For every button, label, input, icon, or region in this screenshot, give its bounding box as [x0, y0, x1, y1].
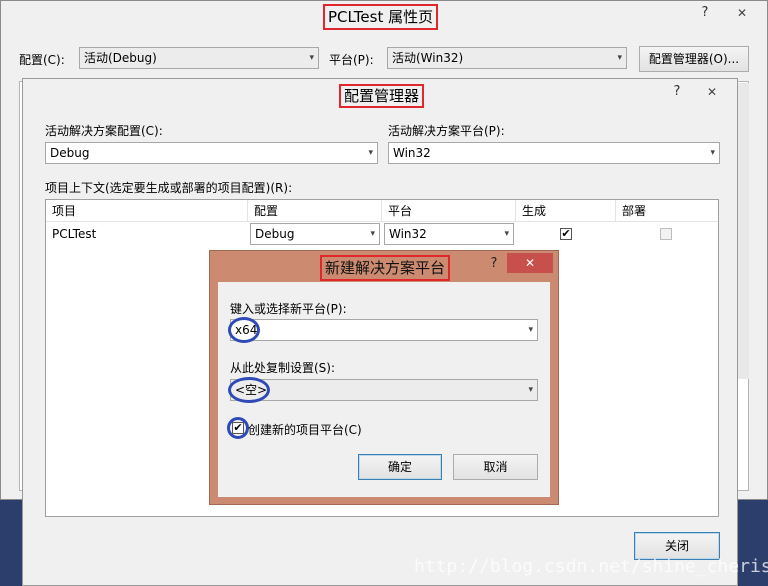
- close-icon[interactable]: ✕: [689, 82, 735, 102]
- project-contexts-label: 项目上下文(选定要生成或部署的项目配置)(R):: [45, 181, 293, 195]
- chevron-down-icon: ▾: [710, 148, 715, 158]
- active-config-select[interactable]: Debug ▾: [45, 142, 378, 164]
- chevron-down-icon: ▾: [528, 385, 533, 395]
- new-platform-dialog: 新建解决方案平台 ? ✕ 键入或选择新平台(P): x64 ▾ 从此处复制设置(…: [209, 250, 559, 505]
- row-platform-select[interactable]: Win32 ▾: [384, 223, 514, 245]
- config-select[interactable]: 活动(Debug) ▾: [79, 47, 319, 69]
- config-select-value: 活动(Debug): [84, 51, 157, 65]
- create-project-platforms-label: 创建新的项目平台(C): [248, 423, 362, 437]
- table-row: PCLTest Debug ▾ Win32 ▾ ✔: [46, 222, 718, 246]
- chevron-down-icon: ▾: [370, 229, 375, 239]
- config-manager-title: 配置管理器: [339, 84, 425, 108]
- active-platform-value: Win32: [393, 146, 431, 160]
- column-header-config[interactable]: 配置: [248, 200, 382, 222]
- help-button[interactable]: ?: [484, 254, 504, 274]
- ok-button[interactable]: 确定: [358, 454, 442, 480]
- column-header-platform[interactable]: 平台: [382, 200, 516, 222]
- chevron-down-icon: ▾: [504, 229, 509, 239]
- new-platform-label: 键入或选择新平台(P):: [230, 302, 347, 316]
- chevron-down-icon: ▾: [617, 53, 622, 63]
- annotation-circle: [228, 377, 270, 403]
- chevron-down-icon: ▾: [528, 325, 533, 335]
- new-platform-title: 新建解决方案平台: [320, 255, 451, 281]
- row-config-value: Debug: [255, 227, 295, 241]
- row-platform-value: Win32: [389, 227, 427, 241]
- column-header-build[interactable]: 生成: [516, 200, 616, 222]
- platform-select[interactable]: 活动(Win32) ▾: [387, 47, 627, 69]
- active-platform-label: 活动解决方案平台(P):: [388, 124, 505, 138]
- close-icon[interactable]: ✕: [719, 3, 765, 23]
- build-checkbox[interactable]: ✔: [560, 228, 572, 240]
- deploy-checkbox: [660, 228, 672, 240]
- active-config-label: 活动解决方案配置(C):: [45, 124, 163, 138]
- row-config-select[interactable]: Debug ▾: [250, 223, 380, 245]
- column-header-project[interactable]: 项目: [46, 200, 248, 222]
- platform-select-value: 活动(Win32): [392, 51, 464, 65]
- watermark: http://blog.csdn.net/shine_cherise: [414, 556, 768, 577]
- new-platform-combo[interactable]: x64 ▾: [230, 319, 538, 341]
- active-platform-select[interactable]: Win32 ▾: [388, 142, 720, 164]
- window-title: PCLTest 属性页: [323, 4, 439, 30]
- config-label: 配置(C):: [19, 53, 65, 67]
- project-name: PCLTest: [52, 227, 97, 241]
- chevron-down-icon: ▾: [368, 148, 373, 158]
- copy-settings-select[interactable]: <空> ▾: [230, 379, 538, 401]
- platform-label: 平台(P):: [329, 53, 374, 67]
- config-manager-button[interactable]: 配置管理器(O)...: [639, 46, 749, 72]
- close-icon[interactable]: ✕: [507, 253, 553, 273]
- column-header-deploy[interactable]: 部署: [616, 200, 718, 222]
- copy-settings-label: 从此处复制设置(S):: [230, 361, 336, 375]
- annotation-circle: [227, 417, 249, 439]
- help-button[interactable]: ?: [667, 82, 687, 102]
- help-button[interactable]: ?: [695, 3, 715, 23]
- chevron-down-icon: ▾: [309, 53, 314, 63]
- cancel-button[interactable]: 取消: [453, 454, 538, 480]
- annotation-circle: [228, 317, 260, 343]
- active-config-value: Debug: [50, 146, 90, 160]
